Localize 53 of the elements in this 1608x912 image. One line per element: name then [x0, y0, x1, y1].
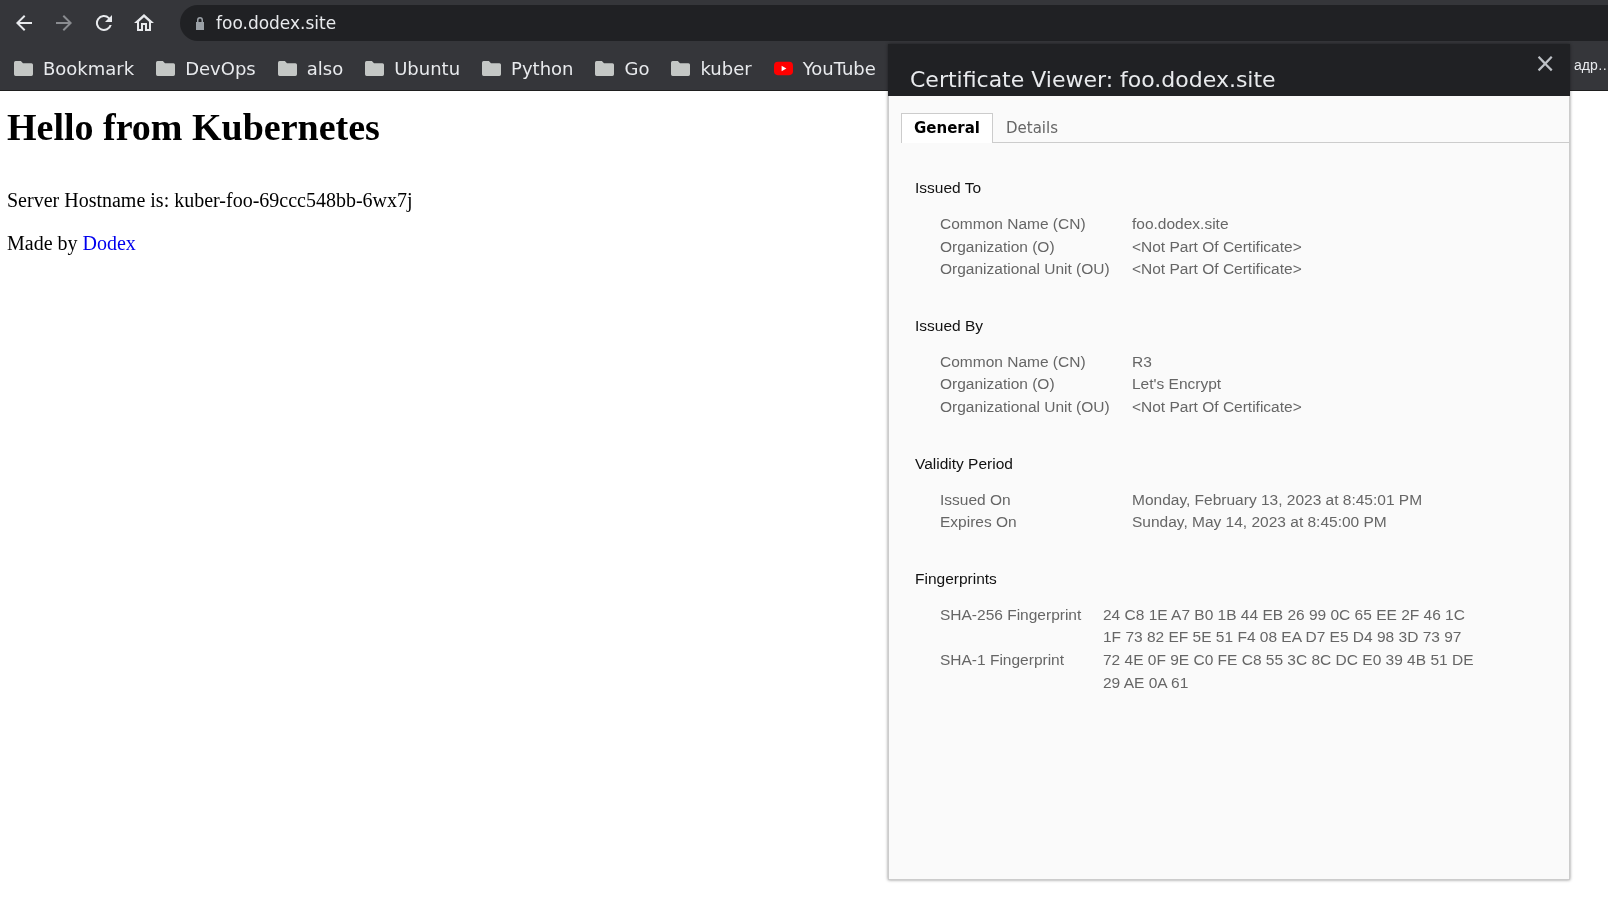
folder-icon: [482, 60, 502, 76]
play-icon: [773, 60, 793, 76]
page-heading: Hello from Kubernetes: [7, 105, 380, 149]
field-value: 72 4E 0F 9E C0 FE C8 55 3C 8C DC E0 39 4B 51 DE: [1103, 649, 1475, 670]
field-value: <Not Part Of Certificate>: [1132, 396, 1303, 417]
close-button[interactable]: ×: [1530, 48, 1560, 78]
field-label: Expires On: [940, 512, 1018, 533]
bookmark-item[interactable]: also: [277, 57, 344, 79]
section-heading: Validity Period: [915, 454, 1014, 473]
section-heading: Fingerprints: [915, 569, 998, 588]
hostname-text: Server Hostname is: kuber-foo-69ccc548bb-6wx7j: [7, 189, 413, 212]
field-value: <Not Part Of Certificate>: [1132, 236, 1303, 257]
field-label: Organization (O): [940, 236, 1056, 257]
bookmark-item[interactable]: адр…: [1574, 57, 1608, 73]
dialog-title: Certificate Viewer: foo.dodex.site: [910, 67, 1276, 94]
field-label: Common Name (CN): [940, 214, 1087, 234]
field-value: foo.dodex.site: [1132, 214, 1230, 234]
field-value: 29 AE 0A 61: [1103, 672, 1190, 693]
author-link[interactable]: Dodex: [82, 232, 136, 254]
field-label: Organizational Unit (OU): [940, 396, 1111, 417]
section-heading: Issued By: [915, 316, 985, 335]
made-by-text: Made by: [7, 232, 78, 254]
field-label: SHA-256 Fingerprint: [940, 604, 1083, 625]
bookmark-item[interactable]: DevOps: [156, 57, 256, 79]
field-label: Organization (O): [940, 374, 1056, 395]
folder-icon: [595, 60, 615, 76]
bookmark-item[interactable]: YouTube: [773, 57, 876, 79]
field-value: Monday, February 13, 2023 at 8:45:01 PM: [1132, 489, 1424, 510]
bookmark-item[interactable]: Ubuntu: [365, 57, 461, 79]
folder-icon: [277, 60, 297, 76]
field-value: Let's Encrypt: [1132, 374, 1223, 395]
field-label: Organizational Unit (OU): [940, 259, 1111, 280]
bookmark-item[interactable]: Python: [482, 57, 574, 79]
field-label: SHA-1 Fingerprint: [940, 649, 1066, 670]
folder-icon: [156, 60, 176, 76]
address-bar[interactable]: foo.dodex.site: [180, 5, 1608, 41]
field-value: Sunday, May 14, 2023 at 8:45:00 PM: [1132, 512, 1388, 533]
folder-icon: [671, 60, 691, 76]
bookmark-item[interactable]: Go: [595, 57, 650, 79]
field-label: Common Name (CN): [940, 351, 1087, 372]
field-value: 1F 73 82 EF 5E 51 F4 08 EA D7 E5 D4 98 3D 73 97: [1103, 627, 1463, 648]
lock-icon[interactable]: [194, 16, 206, 30]
folder-icon: [14, 60, 33, 76]
tab[interactable]: Details: [993, 113, 1071, 143]
field-value: <Not Part Of Certificate>: [1132, 259, 1303, 280]
folder-icon: [365, 60, 385, 76]
bookmark-item[interactable]: Bookmark: [14, 57, 135, 79]
section-heading: Issued To: [915, 179, 983, 197]
field-label: Issued On: [940, 489, 1012, 510]
field-value: 24 C8 1E A7 B0 1B 44 EB 26 99 0C 65 EE 2F 46 1C: [1103, 604, 1466, 625]
tab[interactable]: General: [901, 113, 993, 143]
field-value: R3: [1132, 351, 1153, 372]
bookmark-item[interactable]: kuber: [671, 57, 752, 79]
